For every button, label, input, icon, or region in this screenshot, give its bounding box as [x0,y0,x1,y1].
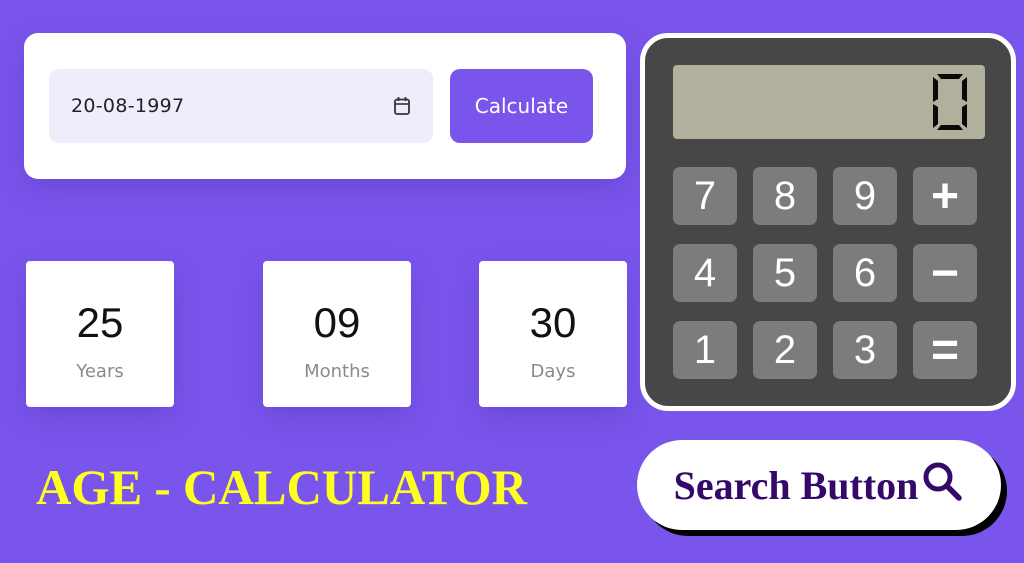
search-icon [923,462,963,501]
page-title: AGE - CALCULATOR [36,459,527,515]
calendar-icon[interactable] [393,96,411,116]
key-1: 1 [673,321,737,379]
date-value: 20-08-1997 [71,95,185,117]
years-value: 25 [76,299,124,346]
key-4: 4 [673,244,737,302]
calculator-display [673,65,985,139]
key-9: 9 [833,167,897,225]
key-5: 5 [753,244,817,302]
months-label: Months [304,361,370,382]
key-equals: = [913,321,977,379]
key-6: 6 [833,244,897,302]
days-card: 30 Days [479,261,627,407]
key-3: 3 [833,321,897,379]
key-2: 2 [753,321,817,379]
date-input-card: 20-08-1997 Calculate [24,33,626,179]
key-8: 8 [753,167,817,225]
seven-segment-digit [933,74,967,130]
calculator-illustration: 7 8 9 + 4 5 6 − 1 2 3 = [640,33,1016,411]
days-value: 30 [529,299,577,346]
date-input[interactable]: 20-08-1997 [49,69,433,143]
months-value: 09 [313,299,361,346]
calculator-keypad: 7 8 9 + 4 5 6 − 1 2 3 = [673,167,977,379]
key-minus: − [913,244,977,302]
search-button-label: Search Button [673,462,919,508]
key-plus: + [913,167,977,225]
months-card: 09 Months [263,261,411,407]
key-7: 7 [673,167,737,225]
years-label: Years [76,361,124,382]
calculate-button[interactable]: Calculate [450,69,593,143]
years-card: 25 Years [26,261,174,407]
search-button[interactable]: Search Button [637,440,1001,530]
days-label: Days [530,361,576,382]
